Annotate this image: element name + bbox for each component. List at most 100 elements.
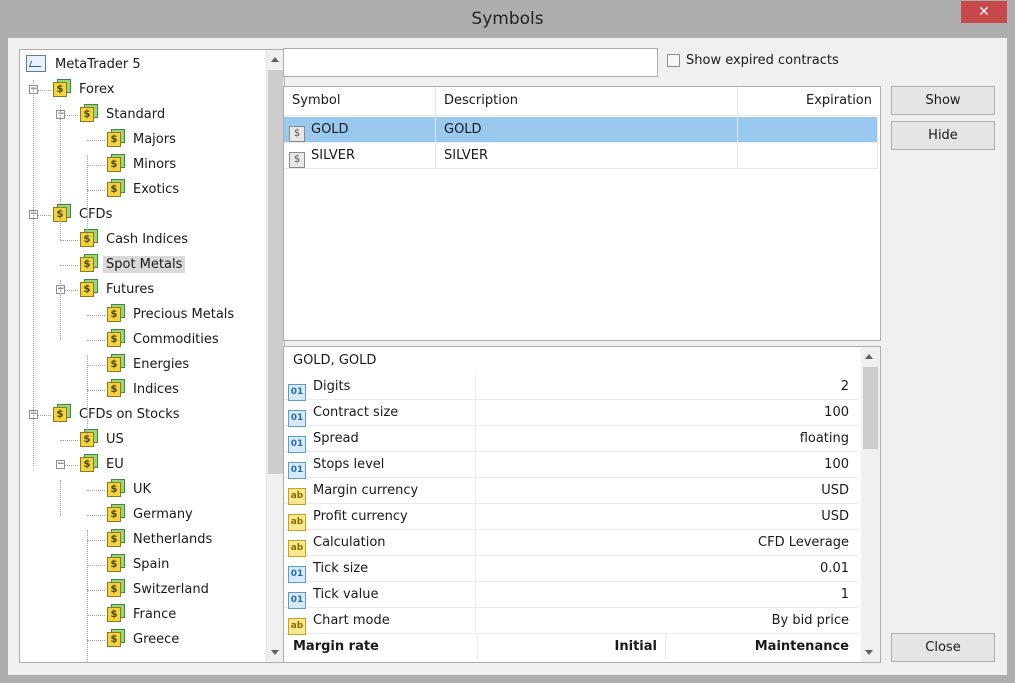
property-row[interactable]: 01 Tick size 0.01 [284,556,859,583]
scroll-down-arrow-icon[interactable] [271,650,279,655]
symbol-cell-symbol: $ SILVER [284,143,436,169]
property-name: Digits [313,379,351,394]
property-row[interactable]: 01 Digits 2 [284,374,859,401]
property-name-cell: ab Profit currency [288,504,476,531]
tree-guide-line [87,155,88,240]
text-property-icon: ab [288,540,306,557]
symbol-cell-text: GOLD [444,122,482,137]
window-close-button[interactable]: ✕ [961,1,1007,23]
tree-node-precious-metals[interactable]: $ Precious Metals [107,303,237,327]
tree-node-netherlands[interactable]: $ Netherlands [107,528,215,552]
tree-collapse-icon[interactable]: − [56,460,65,469]
tree-node-label: Cash Indices [106,232,189,247]
folder-icon: $ [80,279,98,297]
property-value: 100 [824,405,849,420]
symbol-list-header: Symbol Description Expiration [284,87,880,116]
folder-icon: $ [107,554,125,572]
tree-node-minors[interactable]: $ Minors [107,153,179,177]
property-row[interactable]: 01 Contract size 100 [284,400,859,427]
tree-node-label: UK [133,482,152,497]
tree-node-label: Greece [133,632,180,647]
property-name-cell: 01 Contract size [288,400,476,427]
folder-icon: $ [107,504,125,522]
numeric-property-icon: 01 [288,462,306,479]
property-value: USD [821,509,849,524]
column-header-description[interactable]: Description [436,87,738,116]
property-name-cell: 01 Spread [288,426,476,453]
tree-node-france[interactable]: $ France [107,603,179,627]
symbol-search-input[interactable] [283,48,658,77]
properties-scrollbar[interactable] [861,347,880,662]
tree-node-label: Minors [133,157,177,172]
tree-node-eu[interactable]: $ EU [80,453,127,477]
tree-guide-line [60,105,61,240]
tree-node-cash-indices[interactable]: $ Cash Indices [80,228,191,252]
property-row[interactable]: 01 Spread floating [284,426,859,453]
tree-node-commodities[interactable]: $ Commodities [107,328,222,352]
numeric-property-icon: 01 [288,410,306,427]
property-row[interactable]: ab Calculation CFD Leverage [284,530,859,557]
scroll-up-arrow-icon[interactable] [865,354,873,359]
symbol-row[interactable]: $ SILVER SILVER [284,143,878,169]
tree-guide-line [87,515,105,516]
tree-node-standard[interactable]: $ Standard [80,103,168,127]
tree-node-root[interactable]: MetaTrader 5 [26,53,144,77]
folder-icon: $ [80,254,98,272]
show-expired-checkbox[interactable] [667,54,680,67]
tree-scrollbar[interactable] [266,50,284,662]
property-name: Profit currency [313,509,408,524]
tree-node-futures[interactable]: $ Futures [80,278,157,302]
tree-node-cfds-on-stocks[interactable]: $ CFDs on Stocks [53,403,183,427]
symbol-cell-expiration [738,117,878,143]
tree-guide-line [60,480,61,516]
folder-icon: $ [107,379,125,397]
scroll-up-arrow-icon[interactable] [271,57,279,62]
property-row[interactable]: 01 Tick value 1 [284,582,859,609]
dollar-icon: $ [107,607,121,622]
tree-node-forex[interactable]: $ Forex [53,78,118,102]
tree-node-germany[interactable]: $ Germany [107,503,196,527]
folder-icon: $ [107,529,125,547]
symbol-cell-text: GOLD [311,122,349,137]
dollar-icon: $ [80,257,94,272]
tree-node-label: Commodities [133,332,219,347]
close-button[interactable]: Close [891,633,995,662]
tree-node-indices[interactable]: $ Indices [107,378,182,402]
folder-icon: $ [80,429,98,447]
property-row[interactable]: 01 Stops level 100 [284,452,859,479]
tree-guide-line [60,280,61,340]
scroll-down-arrow-icon[interactable] [865,650,873,655]
tree-scroll-thumb[interactable] [268,70,283,474]
tree-node-switzerland[interactable]: $ Switzerland [107,578,212,602]
tree-node-cfds[interactable]: $ CFDs [53,203,115,227]
tree-node-majors[interactable]: $ Majors [107,128,179,152]
properties-scroll-thumb[interactable] [863,367,878,449]
column-header-expiration[interactable]: Expiration [738,87,880,116]
tree-node-greece[interactable]: $ Greece [107,628,182,652]
tree-guide-line [33,80,34,466]
tree-node-exotics[interactable]: $ Exotics [107,178,182,202]
property-name: Stops level [313,457,385,472]
symbol-cell-expiration [738,143,878,169]
property-row[interactable]: ab Profit currency USD [284,504,859,531]
show-button[interactable]: Show [891,86,995,115]
tree-node-spain[interactable]: $ Spain [107,553,172,577]
tree-node-label: Spot Metals [103,256,186,273]
tree-node-energies[interactable]: $ Energies [107,353,192,377]
symbol-tree[interactable]: MetaTrader 5− $ Forex − $ Standard $ Majors $ Min… [19,49,285,663]
property-value: USD [821,483,849,498]
tree-guide-line [87,355,88,440]
margin-rate-header: Margin rate Initial Maintenance [284,634,859,660]
symbol-row[interactable]: $ GOLD GOLD [284,117,878,143]
property-name: Margin currency [313,483,419,498]
numeric-property-icon: 01 [288,566,306,583]
hide-button[interactable]: Hide [891,121,995,150]
property-row[interactable]: ab Margin currency USD [284,478,859,505]
folder-icon: $ [107,629,125,647]
tree-node-uk[interactable]: $ UK [107,478,154,502]
property-row[interactable]: ab Chart mode By bid price [284,608,859,635]
dollar-icon: $ [107,532,121,547]
tree-node-spot-metals[interactable]: $ Spot Metals [80,253,186,277]
column-header-symbol[interactable]: Symbol [284,87,436,116]
metatrader-icon [26,55,46,72]
